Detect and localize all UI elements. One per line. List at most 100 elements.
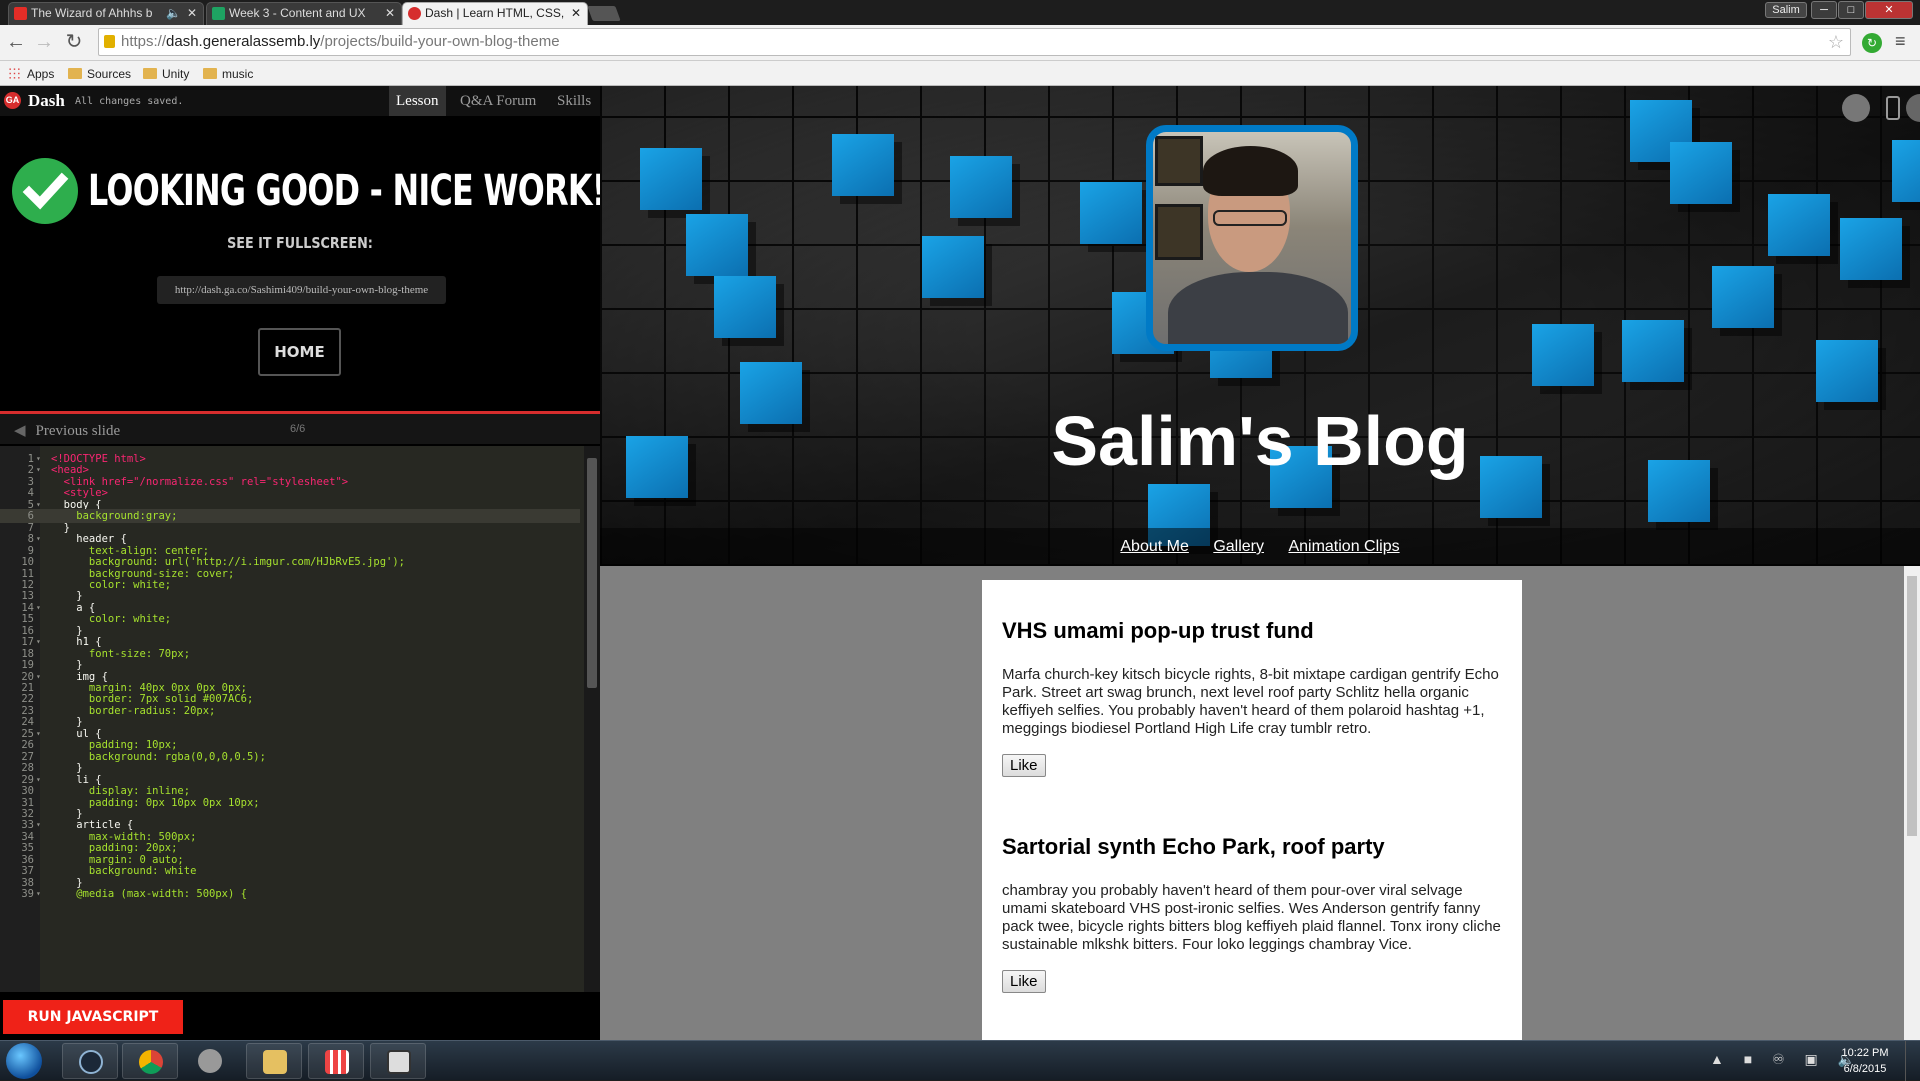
start-button[interactable] <box>6 1043 42 1079</box>
dash-brand[interactable]: Dash <box>28 91 65 111</box>
browser-toolbar: ← → ↻ https://dash.generalassemb.ly/proj… <box>0 25 1920 61</box>
mobile-view-icon[interactable] <box>1886 96 1900 120</box>
dash-panel: GA Dash All changes saved. Lesson Q&A Fo… <box>0 86 606 1040</box>
blue-cube <box>950 156 1012 218</box>
bookmark-label: Apps <box>27 67 55 81</box>
nav-about-me[interactable]: About Me <box>1110 528 1198 566</box>
save-status: All changes saved. <box>75 96 184 107</box>
bookmark-sources[interactable]: Sources <box>68 66 131 82</box>
nav-animation-clips[interactable]: Animation Clips <box>1278 528 1409 566</box>
blue-cube <box>640 148 702 210</box>
blue-cube <box>1622 320 1684 382</box>
extension-icon[interactable]: ↻ <box>1862 33 1882 53</box>
preview-scrollbar[interactable] <box>1904 566 1920 1040</box>
previous-slide-button[interactable]: ◀ Previous slide <box>14 421 120 440</box>
collapse-handle[interactable] <box>1906 94 1920 122</box>
taskbar-calculator[interactable] <box>308 1043 364 1079</box>
blog-article: VHS umami pop-up trust fund Marfa church… <box>982 580 1522 796</box>
forward-button[interactable]: → <box>32 30 56 54</box>
blue-cube <box>1892 140 1920 202</box>
desktop-view-icon[interactable] <box>1842 94 1870 122</box>
sketch-icon <box>387 1050 411 1074</box>
blue-cube <box>1840 218 1902 280</box>
url-host: dash.generalassemb.ly <box>166 33 321 50</box>
tab-youtube[interactable]: The Wizard of Ahhhs b 🔈 ✕ <box>8 2 204 25</box>
clock-time: 10:22 PM <box>1841 1047 1889 1059</box>
show-desktop-button[interactable] <box>1905 1041 1920 1081</box>
fullscreen-url[interactable]: http://dash.ga.co/Sashimi409/build-your-… <box>157 276 446 304</box>
star-icon[interactable]: ☆ <box>1828 29 1844 55</box>
tab-skills[interactable]: Skills <box>550 86 598 116</box>
photo-jacket <box>1168 272 1348 344</box>
tab-title: Dash | Learn HTML, CSS, J <box>425 6 567 20</box>
fold-icon[interactable]: ▾ <box>36 773 41 787</box>
maximize-button[interactable]: □ <box>1838 1 1864 19</box>
photo-glasses <box>1213 210 1287 226</box>
tab-lesson[interactable]: Lesson <box>389 86 446 116</box>
folder-icon <box>143 68 157 79</box>
new-tab-button[interactable] <box>587 6 621 21</box>
slide-counter: 6/6 <box>290 423 306 435</box>
dash-topbar: GA Dash All changes saved. Lesson Q&A Fo… <box>0 86 600 116</box>
run-javascript-button[interactable]: RUN JAVASCRIPT <box>3 1000 183 1034</box>
close-window-button[interactable]: ✕ <box>1865 1 1913 19</box>
blog-article: Sartorial synth Echo Park, roof party ch… <box>982 796 1522 1040</box>
bookmark-apps[interactable]: Apps <box>8 66 54 82</box>
tab-week3[interactable]: Week 3 - Content and UX ✕ <box>206 2 402 25</box>
tab-qa-forum[interactable]: Q&A Forum <box>453 86 543 116</box>
scrollbar-thumb[interactable] <box>587 458 597 688</box>
like-button[interactable]: Like <box>1002 970 1046 993</box>
caret-left-icon: ◀ <box>14 423 26 439</box>
blue-cube <box>1816 340 1878 402</box>
fold-icon[interactable]: ▾ <box>36 727 41 741</box>
taskbar-sketch[interactable] <box>370 1043 426 1079</box>
code-line[interactable]: 6 background:gray; <box>0 509 580 524</box>
blog-nav: About Me Gallery Animation Clips <box>600 528 1920 566</box>
nav-gallery[interactable]: Gallery <box>1203 528 1274 566</box>
line-number: 39 <box>21 888 34 901</box>
taskbar-steam[interactable] <box>62 1043 118 1079</box>
bookmark-unity[interactable]: Unity <box>143 66 189 82</box>
close-icon[interactable]: ✕ <box>571 3 581 24</box>
fold-icon[interactable]: ▾ <box>36 670 41 684</box>
taskbar-explorer[interactable] <box>246 1043 302 1079</box>
folder-icon <box>203 68 217 79</box>
like-button[interactable]: Like <box>1002 754 1046 777</box>
run-area: RUN JAVASCRIPT <box>0 992 600 1040</box>
browser-tab-strip: The Wizard of Ahhhs b 🔈 ✕ Week 3 - Conte… <box>0 0 1920 25</box>
editor-scrollbar[interactable] <box>584 446 600 992</box>
reload-button[interactable]: ↻ <box>62 30 86 54</box>
fold-icon[interactable]: ▾ <box>36 532 41 546</box>
minimize-button[interactable]: ─ <box>1811 1 1837 19</box>
lock-icon <box>104 35 115 48</box>
address-bar[interactable]: https://dash.generalassemb.ly/projects/b… <box>98 28 1851 56</box>
taskbar-media[interactable] <box>182 1043 238 1079</box>
fold-icon[interactable]: ▾ <box>36 601 41 615</box>
scrollbar-thumb[interactable] <box>1907 576 1917 836</box>
calculator-icon <box>325 1050 349 1074</box>
close-icon[interactable]: ✕ <box>385 3 395 24</box>
blog-title: Salim's Blog <box>1051 402 1469 480</box>
back-button[interactable]: ← <box>4 30 28 54</box>
home-button[interactable]: HOME <box>258 328 341 376</box>
system-clock[interactable]: 10:22 PM 6/8/2015 <box>1830 1045 1900 1077</box>
tab-title: Week 3 - Content and UX <box>229 6 366 20</box>
success-title: LOOKING GOOD - NICE WORK! <box>88 166 606 216</box>
profile-button[interactable]: Salim <box>1765 2 1807 18</box>
tab-dash[interactable]: Dash | Learn HTML, CSS, J ✕ <box>402 2 588 25</box>
blue-cube <box>1080 182 1142 244</box>
youtube-icon <box>14 7 27 20</box>
bookmark-music[interactable]: music <box>203 66 253 82</box>
fold-icon[interactable]: ▾ <box>36 887 41 901</box>
fold-icon[interactable]: ▾ <box>36 818 41 832</box>
ga-logo-icon[interactable]: GA <box>4 92 21 109</box>
code-editor[interactable]: 1 ▾ <!DOCTYPE html> 2 ▾ <head> 3 <link href="/… <box>0 446 600 992</box>
blue-cube <box>1532 324 1594 386</box>
fold-icon[interactable]: ▾ <box>36 635 41 649</box>
slide-navigation: ◀ Previous slide 6/6 <box>0 414 600 444</box>
fold-icon[interactable]: ▾ <box>36 463 41 477</box>
steam-icon <box>79 1050 103 1074</box>
taskbar-chrome[interactable] <box>122 1043 178 1079</box>
close-icon[interactable]: ✕ <box>187 3 197 24</box>
menu-icon[interactable]: ≡ <box>1895 31 1906 52</box>
